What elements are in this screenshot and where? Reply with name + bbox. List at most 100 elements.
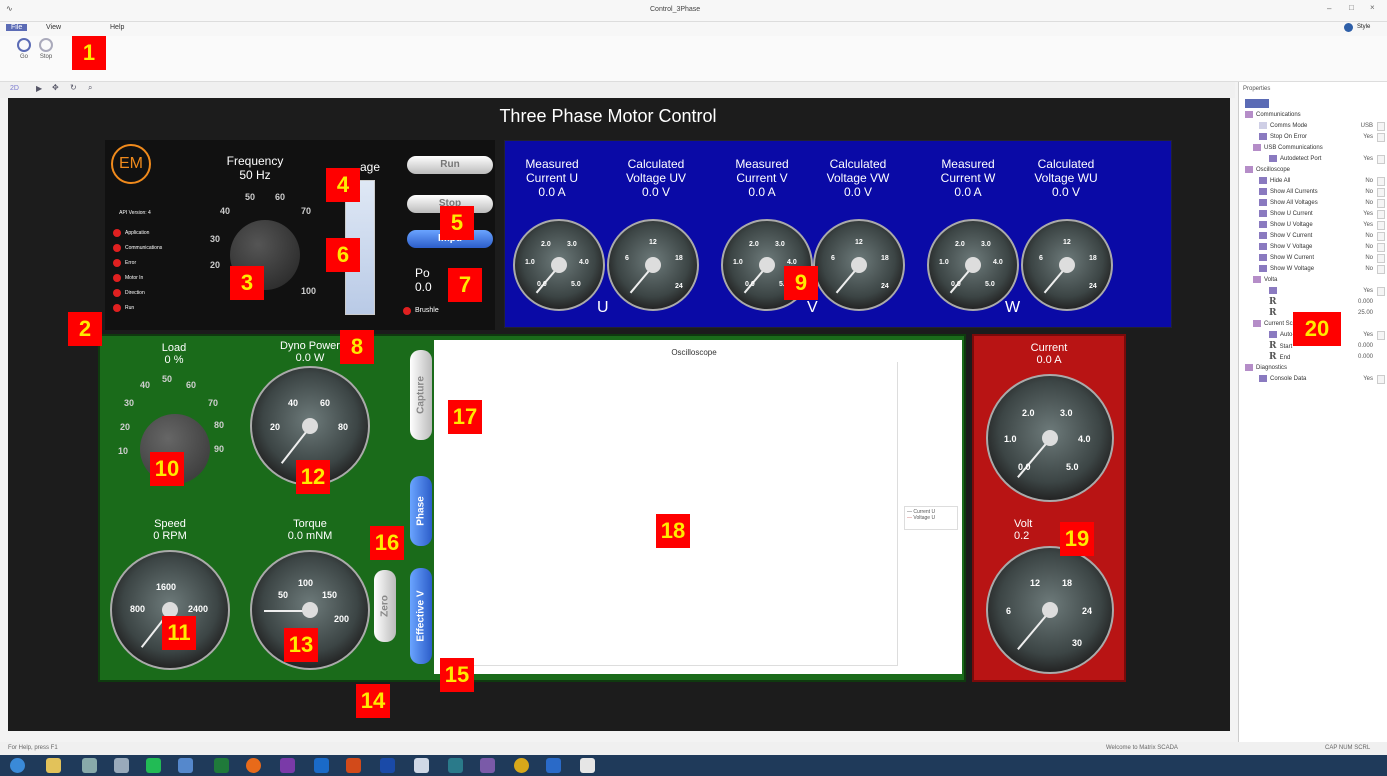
app-icon[interactable]: [546, 758, 561, 773]
plus-icon: [1259, 187, 1267, 195]
explorer-icon[interactable]: [46, 758, 61, 773]
app-icon[interactable]: [580, 758, 595, 773]
plus-icon: [1259, 242, 1267, 250]
media-icon[interactable]: [146, 758, 161, 773]
plus-icon: [1259, 198, 1267, 206]
property-row[interactable]: Show W Voltage No: [1239, 264, 1387, 275]
firefox-icon[interactable]: [246, 758, 261, 773]
application-label: Application: [125, 230, 150, 236]
help-icon[interactable]: [1344, 23, 1353, 32]
output-meters-panel: Current 0.0 A 1.0 2.0 3.0 4.0 5.0 0.0 Volt 0.…: [972, 334, 1126, 682]
go-button[interactable]: Go: [12, 38, 36, 68]
property-row[interactable]: USB Communications: [1239, 143, 1387, 154]
measured-v-label: Measured Current V 0.0 A: [735, 157, 789, 199]
stop-button[interactable]: Stop: [34, 38, 58, 68]
minimize-icon[interactable]: –: [1327, 4, 1331, 13]
property-row[interactable]: Diagnostics: [1239, 363, 1387, 374]
app-icon[interactable]: [178, 758, 193, 773]
powerpoint-icon[interactable]: [346, 758, 361, 773]
maximize-icon[interactable]: □: [1349, 3, 1354, 12]
pointer-icon[interactable]: ▶: [36, 84, 42, 93]
freq-tick: 60: [275, 192, 286, 202]
zoom-icon[interactable]: ⌕: [88, 83, 92, 93]
property-row[interactable]: Comms Mode USB: [1239, 121, 1387, 132]
list-icon: [1259, 121, 1267, 129]
effective-v-button[interactable]: Effective V: [410, 568, 432, 664]
app-icon[interactable]: [480, 758, 495, 773]
callout-marker: 8: [340, 330, 374, 364]
menu-help[interactable]: Help: [110, 24, 124, 31]
callout-marker: 11: [162, 616, 196, 650]
app-icon[interactable]: [82, 758, 97, 773]
app-icon[interactable]: [448, 758, 463, 773]
property-row[interactable]: Console Data Yes: [1239, 374, 1387, 385]
phase-u-letter: U: [597, 299, 609, 316]
callout-marker: 14: [356, 684, 390, 718]
root-node[interactable]: [1245, 99, 1269, 108]
mode-2d-button[interactable]: 2D: [10, 85, 19, 92]
callout-marker: 2: [68, 312, 102, 346]
measured-u-label: Measured Current U 0.0 A: [525, 157, 579, 199]
freq-tick: 30: [210, 234, 221, 244]
outlook-icon[interactable]: [314, 758, 329, 773]
capture-button[interactable]: Capture: [410, 350, 432, 440]
property-row[interactable]: Communications: [1239, 110, 1387, 121]
style-label[interactable]: Style: [1357, 24, 1370, 30]
power-label: Po: [415, 266, 430, 280]
run-button[interactable]: Run: [407, 156, 493, 174]
property-row[interactable]: Show V Current No: [1239, 231, 1387, 242]
rotate-icon[interactable]: ↻: [70, 83, 77, 92]
current-w-gauge: 1.0 2.0 3.0 4.0 5.0 0.0: [927, 219, 1019, 311]
property-row[interactable]: Stop On Error Yes: [1239, 132, 1387, 143]
torque-value: 0.0 mNM: [287, 530, 333, 542]
r-icon: R: [1269, 341, 1280, 351]
close-icon[interactable]: ×: [1370, 3, 1375, 12]
property-row[interactable]: Show W Current No: [1239, 253, 1387, 264]
property-row[interactable]: Show U Current Yes: [1239, 209, 1387, 220]
freq-tick: 100: [301, 286, 317, 296]
property-row[interactable]: Volta: [1239, 275, 1387, 286]
folder-icon: [1245, 363, 1253, 371]
property-row[interactable]: Show All Currents No: [1239, 187, 1387, 198]
right-voltage-value: 0.2: [1014, 530, 1030, 542]
property-row[interactable]: Show U Voltage Yes: [1239, 220, 1387, 231]
plus-icon: [1259, 253, 1267, 261]
pan-icon[interactable]: ✥: [52, 83, 59, 92]
speed-gauge: 800 1600 2400: [110, 550, 230, 670]
menu-file[interactable]: File: [6, 24, 28, 31]
menu-view[interactable]: View: [46, 24, 61, 31]
app-icon[interactable]: [414, 758, 429, 773]
property-row[interactable]: R 0.000: [1239, 297, 1387, 308]
app-icon[interactable]: [114, 758, 129, 773]
property-row[interactable]: Yes: [1239, 286, 1387, 297]
callout-marker: 3: [230, 266, 264, 300]
phase-button[interactable]: Phase: [410, 476, 432, 546]
property-row[interactable]: Hide All No: [1239, 176, 1387, 187]
property-row[interactable]: Oscilloscope: [1239, 165, 1387, 176]
chrome-icon[interactable]: [514, 758, 529, 773]
oscilloscope-chart[interactable]: Oscilloscope — Current U — Voltage U: [434, 340, 962, 674]
excel-icon[interactable]: [214, 758, 229, 773]
api-version: API Version: 4: [119, 210, 151, 216]
window-title: Control_3Phase: [650, 6, 701, 13]
status-bar: For Help, press F1 Welcome to Matrix SCA…: [0, 742, 1387, 755]
view-toolbar: 2D ▶ ✥ ↻ ⌕: [0, 82, 1235, 98]
word-icon[interactable]: [380, 758, 395, 773]
speed-label: Speed: [154, 518, 186, 530]
zero-button[interactable]: Zero: [374, 570, 396, 642]
property-row[interactable]: Autodetect Port Yes: [1239, 154, 1387, 165]
folder-icon: [1245, 165, 1253, 173]
property-row[interactable]: Show V Voltage No: [1239, 242, 1387, 253]
phase-v-letter: V: [807, 299, 818, 316]
status-keys: CAP NUM SCRL: [1325, 745, 1371, 751]
start-icon[interactable]: [10, 758, 25, 773]
ribbon: Go Stop: [0, 36, 1387, 82]
property-row[interactable]: R End 0.000: [1239, 352, 1387, 363]
freq-tick: 50: [245, 192, 256, 202]
error-led: [113, 259, 121, 267]
freq-tick: 20: [210, 260, 221, 270]
voltage-vw-gauge: 6 12 18 24: [813, 219, 905, 311]
onenote-icon[interactable]: [280, 758, 295, 773]
app-icon: ∿: [6, 4, 13, 13]
property-row[interactable]: Show All Voltages No: [1239, 198, 1387, 209]
